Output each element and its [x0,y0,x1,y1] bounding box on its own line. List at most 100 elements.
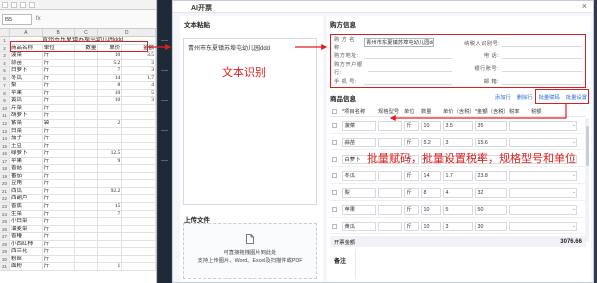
sheet-cell[interactable]: 白萝卜 [10,67,43,74]
header-cell[interactable]: 数量 [75,44,99,52]
sheet-cell[interactable]: 斤 [43,187,75,195]
item-name-input[interactable]: 菠菜 [342,121,376,131]
phone-input[interactable] [502,50,582,59]
tax-rate-select[interactable] [509,137,577,148]
bank-input[interactable] [368,63,452,72]
sheet-cell[interactable]: 斤 [43,82,75,89]
sheet-cell[interactable] [75,248,99,255]
sheet-cell[interactable]: 小西红柿 [10,240,43,248]
account-input[interactable] [502,63,582,72]
sheet-cell[interactable]: 4 [122,82,156,89]
mobile-input[interactable] [364,76,452,85]
sheet-cell[interactable] [122,157,156,165]
scrollbar-thumb[interactable] [585,126,589,166]
sheet-cell[interactable] [75,82,99,89]
unit-input[interactable]: 斤 [404,121,419,131]
sheet-cell[interactable] [98,104,123,112]
sheet-cell[interactable]: 2 [98,120,123,127]
header-cell[interactable]: 单价 [98,44,123,52]
spec-input[interactable] [378,205,402,215]
sidebar-icon[interactable] [161,160,168,161]
sheet-cell[interactable] [122,172,156,180]
unit-price-input[interactable]: 3 [443,137,473,148]
add-row-link[interactable]: 添加行 [495,93,511,101]
sheet-cell[interactable]: 斤 [43,112,75,120]
sheet-cell[interactable] [75,135,99,142]
sheet-cell[interactable] [122,218,156,225]
sheet-cell[interactable] [75,187,99,195]
sheet-cell[interactable]: 斤 [43,157,75,165]
unit-price-input[interactable]: 3 [443,221,473,232]
sheet-cell[interactable]: 斤 [43,172,75,180]
sheet-cell[interactable]: 西瓜 [10,187,43,195]
sheet-cell[interactable]: 5 [122,89,156,97]
sheet-cell[interactable] [75,112,99,120]
unit-input[interactable]: 斤 [404,171,419,181]
sheet-cell[interactable]: 斤 [43,225,75,233]
sheet-cell[interactable] [75,263,99,270]
sheet-cell[interactable] [122,187,156,195]
row-checkbox[interactable] [332,123,337,128]
sheet-cell[interactable] [122,233,156,240]
header-cell[interactable]: 金额 [122,44,156,52]
row-checkbox[interactable] [332,190,337,196]
row-checkbox[interactable] [332,139,337,145]
sheet-cell[interactable]: 苹果 [10,157,43,165]
sheet-cell[interactable]: 西兰花 [10,248,43,255]
sheet-title-cell[interactable]: 青州市东夏镇苏埠屯幼儿园ddd [10,37,156,44]
sheet-cell[interactable] [98,135,123,142]
sheet-cell[interactable]: 黄瓜 [10,97,43,104]
sheet-cell[interactable]: 斤 [43,255,75,263]
qty-input[interactable]: 10 [421,205,441,215]
sheet-cell[interactable] [122,248,156,255]
sheet-cell[interactable]: 油麦菜 [10,225,43,233]
sheet-cell[interactable]: 蒜苗 [10,59,43,67]
sheet-cell[interactable]: 生菜 [10,210,43,218]
amount-input[interactable]: 32 [475,188,507,198]
sheet-cell[interactable] [122,255,156,263]
sheet-cell[interactable]: 10 [98,97,123,104]
toolbar-button[interactable] [11,1,17,8]
taxid-input[interactable] [502,38,582,47]
unit-input[interactable]: 斤 [404,205,419,215]
sheet-cell[interactable] [75,97,99,104]
sheet-cell[interactable] [122,150,156,157]
sheet-cell[interactable] [75,225,99,233]
sheet-cell[interactable]: 袋 [43,120,75,127]
sheet-cell[interactable] [122,240,156,248]
item-name-input[interactable]: 冬瓜 [342,171,376,181]
item-name-input[interactable]: 黄瓜 [342,221,376,232]
unit-input[interactable]: 斤 [404,221,419,232]
amount-input[interactable]: 50 [475,205,507,215]
sheet-cell[interactable]: 茄子 [10,135,43,142]
sheet-cell[interactable] [122,135,156,142]
sheet-cell[interactable]: 斤 [43,263,75,270]
sheet-cell[interactable] [122,112,156,120]
column-header[interactable]: D [98,29,156,36]
unit-price-input[interactable]: 4 [443,188,473,198]
sheet-cell[interactable]: 粉丝 [10,255,43,263]
toolbar-button[interactable] [20,1,26,8]
sheet-cell[interactable]: 菠菜 [10,52,43,59]
sheet-cell[interactable]: 斤 [43,89,75,97]
sheet-cell[interactable]: 斤 [43,74,75,82]
sheet-cell[interactable]: 3 [122,97,156,104]
item-name-input[interactable]: 蒜苗 [342,137,376,148]
unit-price-input[interactable]: 3.5 [443,121,473,131]
sheet-cell[interactable]: 斤 [43,150,75,157]
sheet-cell[interactable]: 斤 [43,180,75,187]
sheet-cell[interactable] [98,255,123,263]
sheet-cell[interactable]: 7 [98,210,123,218]
sheet-cell[interactable] [122,165,156,172]
sheet-cell[interactable] [122,142,156,150]
sheet-cell[interactable] [75,74,99,82]
sheet-cell[interactable]: 1.7 [122,74,156,82]
sheet-cell[interactable]: 斤 [43,240,75,248]
sheet-cell[interactable]: 斤 [43,210,75,218]
delete-row-link[interactable]: 删除行 [517,93,533,101]
sheet-cell[interactable] [98,127,123,135]
select-all-checkbox[interactable] [332,107,338,116]
sheet-cell[interactable] [122,225,156,233]
sheet-cell[interactable]: 斤 [43,218,75,225]
sheet-cell[interactable]: 3.5 [122,52,156,59]
